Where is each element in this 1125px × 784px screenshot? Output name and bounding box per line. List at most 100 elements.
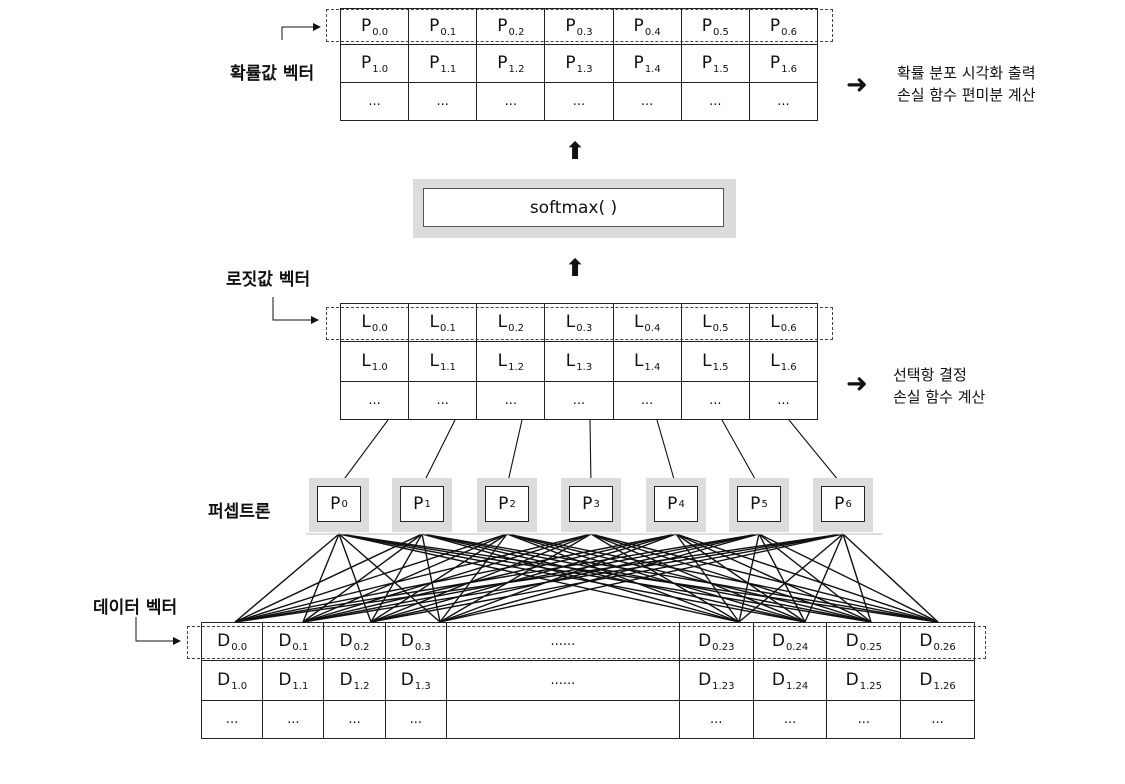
prob-cell-subscript: 1.6: [781, 63, 797, 75]
perceptron-to-logit-line: [656, 419, 677, 487]
diagram: 확률값 벡터 P0.0 P0.1 P0.2 P0.3 P0.4 P0.5 P0.6 P1.0…: [0, 0, 1125, 784]
prob-note-1: 확률 분포 시각화 출력: [897, 64, 1036, 82]
prob-ellipsis-cell: ...: [408, 82, 478, 121]
logit-cell: L0.2: [476, 303, 546, 342]
prob-cell-subscript: 0.1: [440, 26, 457, 38]
data-cell-subscript: 0.24: [785, 641, 809, 653]
data-ellipsis-cell: ...: [200, 700, 264, 739]
data-cell: D1.26: [900, 660, 975, 701]
perceptron-to-logit-line: [721, 419, 760, 487]
prob-row-0: P0.0 P0.1 P0.2 P0.3 P0.4 P0.5 P0.6: [339, 8, 819, 45]
logit-cell-subscript: 1.2: [508, 361, 525, 373]
logit-cell: L0.1: [408, 303, 478, 342]
logit-cell: L1.5: [680, 341, 750, 382]
logit-cell-subscript: 0.6: [780, 322, 797, 334]
logit-cell: L1.0: [339, 341, 410, 382]
perceptron-box: P6: [821, 486, 865, 522]
prob-ellipsis-cell: ...: [339, 82, 410, 121]
data-row-0: D0.0 D0.1 D0.2 D0.3...... D0.23 D0.24 D0.25 D0.…: [200, 622, 975, 661]
perceptron-to-logit-line: [338, 419, 389, 487]
prob-cell: P1.3: [544, 44, 614, 83]
prob-cell-subscript: 0.4: [644, 26, 661, 38]
softmax-function-box: softmax( ): [423, 188, 724, 227]
perceptron-to-logit-line: [421, 419, 456, 487]
prob-cell-subscript: 1.2: [508, 63, 525, 75]
prob-cell: P0.1: [408, 8, 478, 45]
logit-cell: L1.2: [476, 341, 546, 382]
prob-cell: P1.0: [339, 44, 410, 83]
softmax-block: softmax( ): [413, 179, 736, 238]
data-ellipsis-cell: ...: [900, 700, 975, 739]
prob-ellipsis-cell: ...: [748, 82, 819, 121]
perceptron-node: P3: [561, 478, 621, 532]
prob-cell: P1.6: [748, 44, 819, 83]
prob-cell-subscript: 1.5: [712, 63, 729, 75]
prob-vector-label: 확률값 벡터: [230, 64, 315, 84]
data-cell: D1.23: [678, 660, 754, 701]
data-pointer-line: [135, 617, 181, 645]
perceptron-box: P4: [654, 486, 698, 522]
data-cell: D1.3: [384, 660, 447, 701]
data-cell-subscript: 1.1: [292, 680, 309, 692]
data-vector-grid: D0.0 D0.1 D0.2 D0.3...... D0.23 D0.24 D0.25 D0.…: [200, 622, 975, 739]
logit-cell: L1.3: [544, 341, 614, 382]
perceptron-box: P5: [737, 486, 781, 522]
prob-ellipsis-cell: ...: [544, 82, 614, 121]
prob-cell-subscript: 0.6: [781, 26, 797, 38]
perceptron-subscript: 2: [509, 498, 516, 510]
data-ellipsis-cell: ...: [678, 700, 754, 739]
prob-cell-subscript: 1.0: [372, 63, 389, 75]
data-cell: D0.2: [323, 622, 386, 661]
logit-cell-subscript: 0.5: [712, 322, 729, 334]
perceptron-node: P6: [813, 478, 873, 532]
data-cell: D1.24: [752, 660, 828, 701]
perceptron-subscript: 0: [341, 498, 348, 510]
data-row-1: D1.0 D1.1 D1.2 D1.3...... D1.23 D1.24 D1.25 D1.…: [200, 660, 975, 701]
perceptron-node: P1: [392, 478, 452, 532]
logit-note-1: 선택항 결정: [893, 366, 967, 384]
data-cell: D1.0: [200, 660, 264, 701]
logit-ellipsis-cell: ...: [680, 381, 750, 420]
data-cell: D0.3: [384, 622, 447, 661]
data-cell-subscript: 1.2: [353, 680, 370, 692]
prob-cell: P1.2: [476, 44, 546, 83]
data-to-perceptron-line: [590, 533, 872, 623]
prob-cell-subscript: 0.2: [508, 26, 525, 38]
logit-ellipsis-cell: ...: [339, 381, 410, 420]
prob-cell-subscript: 0.3: [576, 26, 593, 38]
prob-pointer-line: [281, 26, 301, 40]
data-cell: D0.23: [678, 622, 754, 661]
logit-ellipsis-cell: ...: [408, 381, 478, 420]
data-ellipsis-cell: ......: [445, 622, 680, 661]
prob-vector-grid: P0.0 P0.1 P0.2 P0.3 P0.4 P0.5 P0.6 P1.0 P1.1 P1.…: [339, 8, 819, 121]
data-cell-subscript: 1.23: [712, 680, 735, 692]
prob-cell: P0.0: [339, 8, 410, 45]
data-vector-label: 데이터 벡터: [93, 598, 178, 618]
data-cell: D0.1: [262, 622, 325, 661]
data-cell-subscript: 0.26: [933, 641, 956, 653]
data-cell: D1.1: [262, 660, 325, 701]
perceptron-to-logit-line: [788, 419, 844, 487]
perceptron-box: P0: [317, 486, 361, 522]
logit-cell-subscript: 1.0: [371, 361, 388, 373]
data-to-perceptron-line: [804, 533, 844, 623]
up-arrow-icon-top: ⬆: [565, 137, 586, 165]
logit-notes: 선택항 결정 손실 함수 계산: [893, 364, 985, 408]
data-cell-subscript: 0.3: [414, 641, 431, 653]
data-cell-subscript: 1.25: [859, 680, 882, 692]
prob-cell: P0.5: [680, 8, 750, 45]
logit-cell-subscript: 1.3: [576, 361, 593, 373]
prob-cell-subscript: 0.0: [372, 26, 389, 38]
logit-ellipsis-cell: ...: [612, 381, 682, 420]
logit-cell: L0.6: [748, 303, 819, 342]
perceptron-to-logit-line: [506, 419, 523, 487]
perceptron-subscript: 4: [678, 498, 685, 510]
logit-row-1: L1.0 L1.1 L1.2 L1.3 L1.4 L1.5 L1.6: [339, 341, 819, 382]
logit-cell-subscript: 0.4: [644, 322, 661, 334]
up-arrow-icon-bottom: ⬆: [565, 254, 586, 282]
perceptron-subscript: 3: [593, 498, 600, 510]
prob-notes: 확률 분포 시각화 출력 손실 함수 편미분 계산: [897, 62, 1036, 106]
data-ellipsis-cell: [445, 700, 680, 739]
perceptron-box: P1: [400, 486, 444, 522]
data-cell: D0.24: [752, 622, 828, 661]
